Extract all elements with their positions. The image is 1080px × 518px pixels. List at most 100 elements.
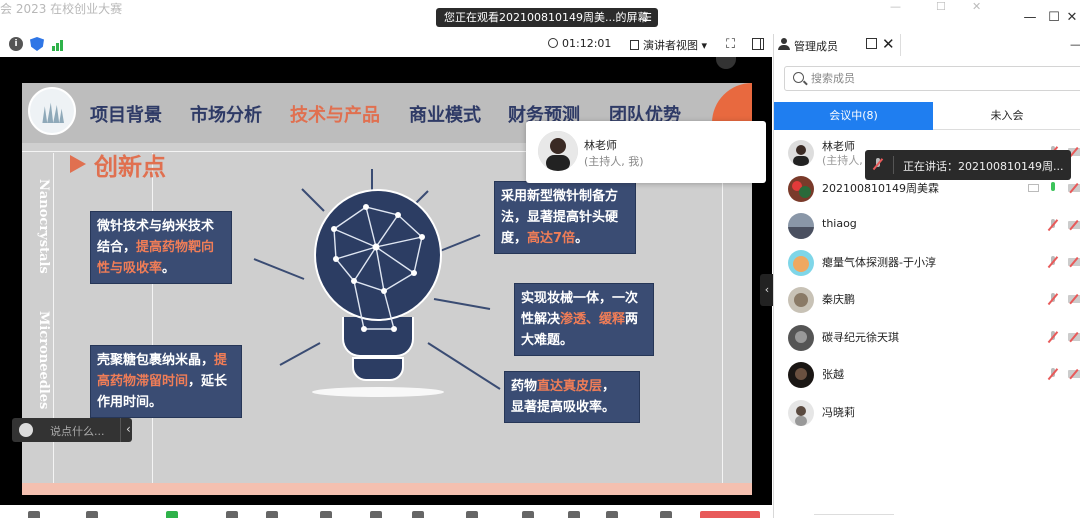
tab-in-meeting[interactable]: 会议中(8) [774,102,933,130]
host-info-card[interactable]: 林老师 (主持人, 我) [526,121,766,183]
member-panel-title: 管理成员 [794,40,838,53]
security-icon[interactable] [226,511,238,518]
screen-share-icon [1028,184,1039,192]
tab-not-joined[interactable]: 未入会 [933,102,1080,130]
panel-collapse-handle[interactable]: ‹ [760,274,774,306]
popout-icon[interactable] [866,38,877,49]
info-icon[interactable]: i [9,37,23,51]
meeting-timer: 01:12:01 [548,37,611,50]
expand-icon[interactable] [660,511,672,518]
mic-off-icon[interactable] [1048,293,1058,305]
screen-share-banner-text: 您正在观看202100810149周美...的屏幕 [444,11,649,24]
people-icon [778,38,790,50]
mic-off-icon[interactable] [1048,368,1058,380]
record-icon[interactable] [370,511,382,518]
panel-footer [774,508,1080,518]
ghost-maximize-icon: ☐ [936,0,946,13]
member-row[interactable]: 碳寻纪元徐天琪 [774,319,1080,355]
callout-chitosan: 壳聚糖包裹纳米晶，提 高药物滞留时间，延长 作用时间。 [90,345,242,418]
callout-dermis: 药物直达真皮层， 显著提高吸收率。 [504,371,640,423]
member-tabs: 会议中(8) 未入会 [774,102,1080,130]
clock-icon [548,38,558,48]
camera-off-icon[interactable] [1068,184,1080,192]
minimize-button[interactable]: — [1022,10,1038,26]
layout-icon[interactable] [606,511,618,518]
member-row[interactable]: 秦庆鹏 [774,281,1080,317]
layout-toggle-icon[interactable] [752,38,764,50]
members-icon[interactable] [266,511,278,518]
member-search[interactable] [784,66,1080,91]
chat-placeholder: 说点什么... [50,425,105,438]
view-mode-label: 演讲者视图 [643,39,698,52]
avatar [788,140,814,166]
fullscreen-icon[interactable]: ⛶ [726,37,735,52]
avatar [788,362,814,388]
close-panel-button[interactable]: ✕ [882,35,895,53]
callout-new-preparation: 采用新型微针制备方 法，显著提高针头硬 度，高达7倍。 [494,181,636,254]
network-mesh [331,204,425,332]
host-name: 林老师 [584,139,617,152]
mic-off-icon[interactable] [1048,219,1058,231]
chat-icon[interactable] [320,511,332,518]
meeting-toolbar: i 01:12:01 演讲者视图 ▾ ⛶ [0,34,772,56]
avatar [788,176,814,202]
window-title: 会 2023 在校创业大赛 [0,2,123,16]
screen-share-banner[interactable]: 您正在观看202100810149周美...的屏幕 ☰ [436,8,658,27]
share-icon[interactable] [166,511,178,518]
camera-off-icon[interactable] [1068,333,1080,341]
maximize-button[interactable]: ☐ [1046,10,1062,26]
host-avatar [538,131,578,171]
avatar [788,250,814,276]
title-bar: 会 2023 在校创业大赛 您正在观看202100810149周美...的屏幕 … [0,0,1080,34]
camera-off-icon[interactable] [1068,258,1080,266]
member-panel: 管理成员 ✕ — 会议中(8) 未入会 林老师 (主持人, 我) 2021008… [773,34,1080,518]
mic-off-icon[interactable] [1048,331,1058,343]
avatar [788,287,814,313]
mic-icon[interactable] [28,511,40,518]
search-icon [793,72,804,83]
signal-icon[interactable] [52,37,66,51]
settings-icon[interactable] [466,511,478,518]
camera-off-icon[interactable] [1068,295,1080,303]
member-name: 瘪量气体探测器-于小淳 [822,256,936,269]
member-name: thiaog [822,217,857,230]
host-role: (主持人, 我) [584,155,644,168]
member-search-input[interactable] [811,70,1011,87]
lightbulb-illustration [312,189,444,399]
video-icon[interactable] [86,511,98,518]
chevron-down-icon: ▾ [701,39,708,52]
member-name: 冯晓莉 [822,406,855,419]
camera-off-icon[interactable] [1068,221,1080,229]
camera-off-icon[interactable] [1068,370,1080,378]
member-row[interactable]: 瘪量气体探测器-于小淳 [774,244,1080,280]
member-name: 张越 [822,368,844,381]
mic-on-icon[interactable] [1048,182,1058,194]
callout-microneedle-nano: 微针技术与纳米技术 结合，提高药物靶向 性与吸收率。 [90,211,232,284]
emoji-icon[interactable] [19,423,33,437]
more-icon[interactable] [522,511,534,518]
end-meeting-button[interactable] [700,511,760,518]
view-mode-dropdown[interactable]: 演讲者视图 ▾ [630,37,707,53]
mic-off-icon [873,158,883,171]
bottom-toolbar [0,505,772,518]
slide-bottom-band [22,483,752,495]
view-icon[interactable] [568,511,580,518]
member-name: 202100810149周美霖 [822,182,939,195]
camera-notch [716,57,736,69]
apps-icon[interactable] [412,511,424,518]
chevron-left-icon[interactable]: ‹ [126,422,131,436]
list-icon[interactable]: ☰ [642,8,652,27]
shield-icon[interactable] [30,37,44,51]
member-row[interactable]: 张越 [774,356,1080,392]
avatar [788,213,814,239]
ghost-minimize-icon: — [890,0,901,13]
minimize-panel-icon[interactable]: — [1070,38,1080,51]
meeting-window: 会 2023 在校创业大赛 您正在观看202100810149周美...的屏幕 … [0,0,1080,518]
member-row[interactable]: thiaog [774,207,1080,243]
member-panel-header: 管理成员 ✕ — [774,34,1080,56]
chat-input[interactable]: 说点什么... ‹ [12,418,132,442]
avatar [788,400,814,426]
member-row[interactable]: 冯晓莉 [774,394,1080,430]
mic-off-icon[interactable] [1048,256,1058,268]
close-window-button[interactable]: ✕ [1064,10,1080,26]
